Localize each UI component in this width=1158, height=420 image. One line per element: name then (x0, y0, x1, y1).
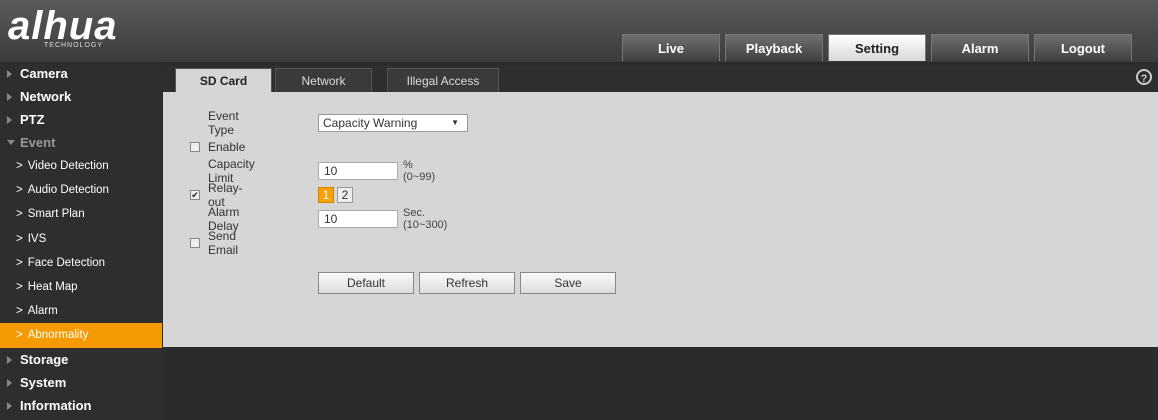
send-email-checkbox[interactable] (190, 238, 200, 248)
relay-1-button[interactable]: 1 (318, 187, 334, 203)
sidebar-item-information[interactable]: Information (0, 394, 162, 417)
refresh-button[interactable]: Refresh (419, 272, 515, 294)
sidebar-item-storage[interactable]: Storage (0, 348, 162, 371)
sidebar-subitem-label: Face Detection (27, 256, 106, 269)
expand-arrow-icon (7, 401, 12, 410)
abnormality-form: Event Type Capacity Warning ▼ Enable Capa… (163, 92, 1158, 347)
enable-label: Enable (208, 140, 246, 154)
sidebar: Camera Network PTZ Event > Video Detectio… (0, 62, 162, 420)
content-panel: SD Card Network Illegal Access ? Event T… (163, 65, 1158, 347)
save-button[interactable]: Save (520, 272, 616, 294)
sidebar-subitem-abnormality[interactable]: > Abnormality (0, 323, 162, 348)
sidebar-subitem-label: IVS (27, 232, 47, 245)
logo-text: alhua (8, 4, 118, 48)
sidebar-subitem-label: Heat Map (27, 280, 78, 293)
sidebar-subitem-face-detection[interactable]: > Face Detection (0, 251, 162, 275)
tab-network[interactable]: Network (275, 68, 372, 92)
sidebar-subitem-smart-plan[interactable]: > Smart Plan (0, 202, 162, 226)
sidebar-subitem-alarm[interactable]: > Alarm (0, 299, 162, 323)
chevron-right-icon: > (16, 256, 23, 269)
dropdown-arrow-icon: ▼ (451, 118, 459, 127)
tab-logout[interactable]: Logout (1034, 34, 1132, 61)
event-type-select[interactable]: Capacity Warning ▼ (318, 114, 468, 132)
chevron-right-icon: > (16, 280, 23, 293)
event-type-value: Capacity Warning (323, 116, 418, 130)
alarm-delay-hint: Sec. (10~300) (403, 207, 448, 231)
relay-2-button[interactable]: 2 (337, 187, 353, 203)
expand-arrow-icon (7, 93, 12, 101)
sidebar-subitem-label: Video Detection (27, 160, 109, 172)
chevron-right-icon: > (16, 305, 23, 318)
chevron-right-icon: > (16, 160, 23, 172)
collapse-arrow-icon (7, 140, 15, 145)
chevron-right-icon: > (16, 329, 23, 342)
sidebar-item-system[interactable]: System (0, 371, 162, 394)
send-email-label: Send Email (208, 229, 239, 257)
sidebar-item-ptz[interactable]: PTZ (0, 108, 162, 131)
tab-setting[interactable]: Setting (828, 34, 926, 61)
tab-sd-card[interactable]: SD Card (175, 68, 272, 92)
expand-arrow-icon (7, 70, 12, 78)
sidebar-item-camera[interactable]: Camera (0, 62, 162, 85)
sidebar-item-event[interactable]: Event (0, 131, 162, 154)
sidebar-item-label: Storage (20, 351, 69, 367)
top-navigation: Live Playback Setting Alarm Logout (622, 31, 1137, 61)
sidebar-item-label: Information (20, 397, 92, 413)
expand-arrow-icon (7, 355, 12, 364)
sidebar-subitem-heat-map[interactable]: > Heat Map (0, 275, 162, 299)
tab-illegal-access[interactable]: Illegal Access (387, 68, 499, 92)
default-button[interactable]: Default (318, 272, 414, 294)
sidebar-subitem-label: Abnormality (27, 329, 89, 342)
help-icon[interactable]: ? (1136, 69, 1152, 85)
capacity-limit-hint: %(0~99) (403, 159, 436, 183)
sidebar-subitem-label: Audio Detection (27, 184, 109, 197)
capacity-limit-input[interactable]: 10 (318, 162, 398, 180)
sidebar-item-label: System (20, 374, 67, 390)
relay-out-checkbox[interactable]: ✔ (190, 190, 200, 200)
sidebar-item-network[interactable]: Network (0, 85, 162, 108)
enable-checkbox[interactable] (190, 142, 200, 152)
sidebar-subitem-label: Alarm (27, 305, 58, 318)
logo-subtext: TECHNOLOGY (44, 42, 104, 49)
footer-area (163, 347, 1158, 420)
sidebar-item-label: Camera (20, 66, 68, 81)
content-tabs: SD Card Network Illegal Access ? (163, 65, 1158, 92)
sidebar-subitem-audio-detection[interactable]: > Audio Detection (0, 178, 162, 202)
sidebar-item-label: Network (20, 89, 72, 104)
dahua-logo: alhua TECHNOLOGY (8, 6, 158, 56)
sidebar-item-label: Event (20, 135, 56, 150)
expand-arrow-icon (7, 116, 12, 124)
alarm-delay-input[interactable]: 10 (318, 210, 398, 228)
chevron-right-icon: > (16, 208, 23, 221)
sidebar-item-label: PTZ (20, 112, 45, 127)
tab-live[interactable]: Live (622, 34, 720, 61)
chevron-right-icon: > (16, 184, 23, 197)
header: alhua TECHNOLOGY Live Playback Setting A… (0, 0, 1158, 62)
expand-arrow-icon (7, 378, 12, 387)
sidebar-subitem-ivs[interactable]: > IVS (0, 227, 162, 251)
event-type-label: Event Type (208, 109, 239, 137)
sidebar-subitem-label: Smart Plan (27, 208, 85, 221)
chevron-right-icon: > (16, 232, 23, 245)
sidebar-subitem-video-detection[interactable]: > Video Detection (0, 154, 162, 178)
tab-playback[interactable]: Playback (725, 34, 823, 61)
tab-alarm[interactable]: Alarm (931, 34, 1029, 61)
